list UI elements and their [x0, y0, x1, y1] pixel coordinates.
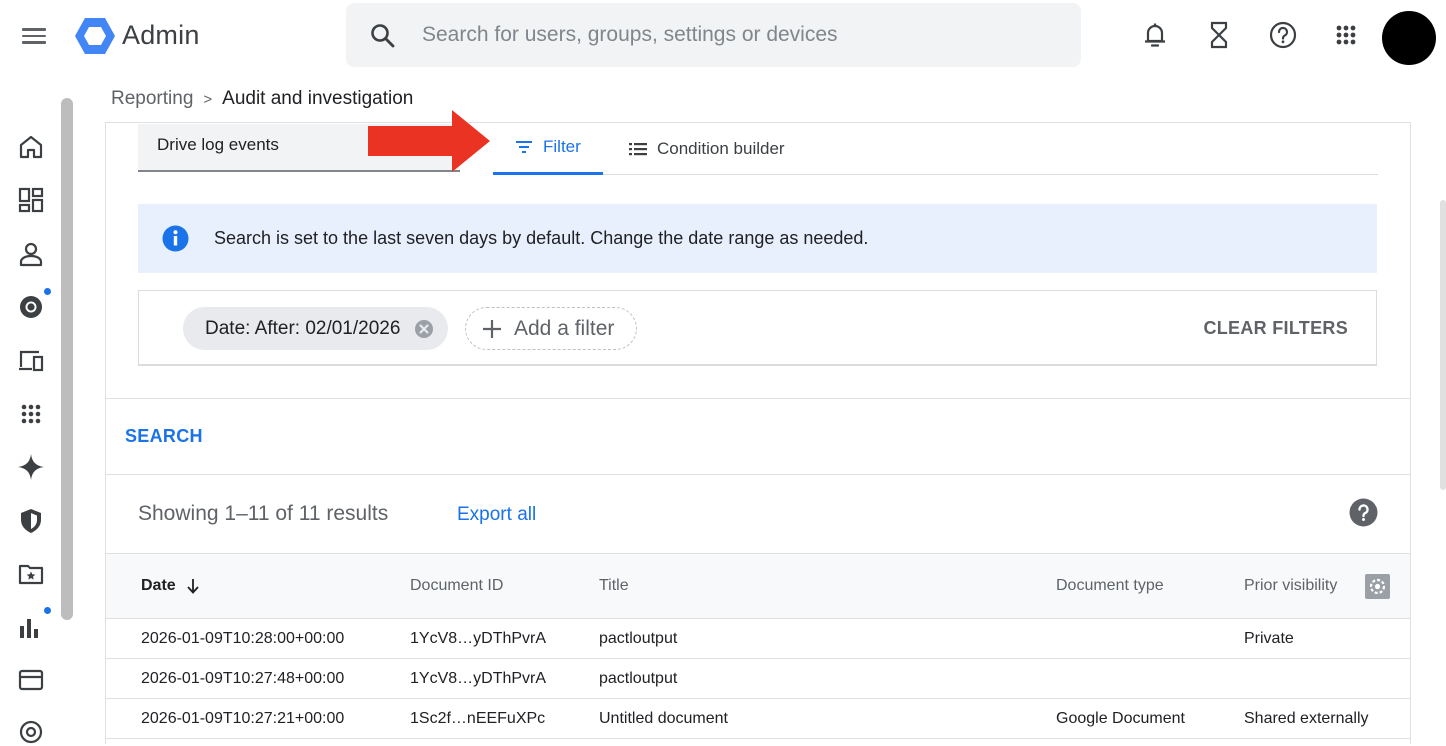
security-icon[interactable] [17, 507, 45, 535]
drive-folder-icon[interactable] [17, 560, 45, 588]
hourglass-icon[interactable] [1204, 20, 1234, 50]
top-app-bar: Admin [0, 0, 1446, 72]
data-source-value: Drive log events [157, 135, 279, 154]
left-nav-rail [0, 98, 73, 746]
sort-descending-icon [187, 579, 199, 594]
breadcrumb-reporting[interactable]: Reporting [111, 88, 193, 110]
info-banner: Search is set to the last seven days by … [138, 204, 1377, 273]
remove-filter-icon[interactable] [414, 319, 434, 339]
billing-icon[interactable] [17, 666, 45, 694]
breadcrumb-separator: > [203, 90, 213, 108]
table-row[interactable]: 2026-01-09T10:27:21+00:00 1Sc2f…nEEFuXPc… [106, 699, 1410, 739]
filter-bar: Date: After: 02/01/2026 Add a filter CLE… [138, 290, 1377, 366]
list-icon [629, 142, 647, 155]
table-row[interactable]: 2026-01-09T10:28:00+00:00 1YcV8…yDThPvrA… [106, 619, 1410, 659]
search-icon[interactable] [370, 23, 396, 49]
dashboard-icon[interactable] [17, 186, 45, 214]
help-filled-icon[interactable] [1349, 498, 1378, 527]
account-avatar[interactable] [1382, 11, 1436, 65]
account-icon[interactable] [17, 718, 45, 746]
filter-icon [516, 141, 532, 153]
apps-icon[interactable] [17, 400, 45, 428]
help-icon[interactable] [1268, 20, 1298, 50]
section-divider [106, 474, 1410, 475]
info-banner-message: Search is set to the last seven days by … [214, 228, 869, 248]
breadcrumb-current-page: Audit and investigation [222, 88, 414, 109]
admin-logo-icon[interactable] [75, 17, 115, 55]
chrome-notification-dot [44, 288, 51, 295]
home-icon[interactable] [17, 133, 45, 161]
column-header-date-label: Date [141, 577, 176, 594]
section-divider [106, 398, 1410, 399]
table-row[interactable]: 2026-01-09T10:27:48+00:00 1YcV8…yDThPvrA… [106, 659, 1410, 699]
date-filter-chip[interactable]: Date: After: 02/01/2026 [183, 307, 449, 350]
reporting-icon[interactable] [17, 614, 45, 642]
devices-icon[interactable] [17, 347, 45, 375]
tab-filter-label: Filter [543, 137, 581, 156]
info-icon [162, 225, 189, 252]
cell-document-type: Google Document [1056, 710, 1185, 727]
nav-scrollbar[interactable] [61, 98, 73, 620]
cell-prior-visibility: Private [1244, 630, 1294, 647]
column-header-title[interactable]: Title [599, 577, 629, 595]
cell-title: pactloutput [599, 630, 678, 647]
red-arrow-annotation [368, 110, 490, 172]
add-filter-label: Add a filter [514, 316, 615, 340]
cell-date: 2026-01-09T10:27:48+00:00 [141, 670, 345, 687]
apps-grid-icon[interactable] [1331, 20, 1361, 50]
cell-prior-visibility: Shared externally [1244, 710, 1369, 727]
cell-date: 2026-01-09T10:28:00+00:00 [141, 630, 345, 647]
notifications-bell-icon[interactable] [1140, 20, 1170, 50]
gemini-icon[interactable] [17, 453, 45, 481]
global-search-input[interactable] [422, 17, 1042, 53]
tab-condition-builder-label: Condition builder [657, 138, 785, 158]
cell-document-id: 1YcV8…yDThPvrA [410, 630, 547, 647]
search-button[interactable]: SEARCH [125, 426, 203, 447]
tab-filter[interactable]: Filter [493, 122, 603, 175]
clear-filters-button[interactable]: CLEAR FILTERS [1203, 318, 1348, 339]
add-filter-button[interactable]: Add a filter [465, 307, 638, 350]
cell-title: pactloutput [599, 670, 678, 687]
breadcrumb: Reporting > Audit and investigation [111, 88, 413, 110]
app-title[interactable]: Admin [122, 20, 200, 51]
results-table: Date Document ID Title Document type Pri… [106, 553, 1410, 739]
export-all-link[interactable]: Export all [457, 504, 536, 526]
table-header-row: Date Document ID Title Document type Pri… [106, 553, 1410, 619]
main-menu-icon[interactable] [22, 24, 50, 48]
column-header-document-id[interactable]: Document ID [410, 577, 503, 595]
date-filter-chip-label: Date: After: 02/01/2026 [205, 317, 401, 339]
reporting-notification-dot [44, 607, 51, 614]
search-mode-tabs: Filter Condition builder [493, 122, 1378, 175]
results-count: Showing 1–11 of 11 results [138, 502, 389, 525]
page-scrollbar[interactable] [1440, 200, 1446, 490]
users-icon[interactable] [17, 240, 45, 268]
column-header-prior-visibility[interactable]: Prior visibility [1244, 577, 1337, 595]
cell-title: Untitled document [599, 710, 728, 727]
global-search-bar[interactable] [346, 3, 1081, 67]
cell-document-id: 1YcV8…yDThPvrA [410, 670, 547, 687]
column-header-date[interactable]: Date [141, 577, 200, 595]
cell-date: 2026-01-09T10:27:21+00:00 [141, 710, 345, 727]
cell-document-id: 1Sc2f…nEEFuXPc [410, 710, 546, 727]
plus-icon [483, 319, 501, 338]
tab-condition-builder[interactable]: Condition builder [607, 122, 807, 175]
chrome-icon[interactable] [17, 293, 45, 321]
column-header-document-type[interactable]: Document type [1056, 577, 1164, 595]
column-settings-icon[interactable] [1365, 574, 1390, 599]
